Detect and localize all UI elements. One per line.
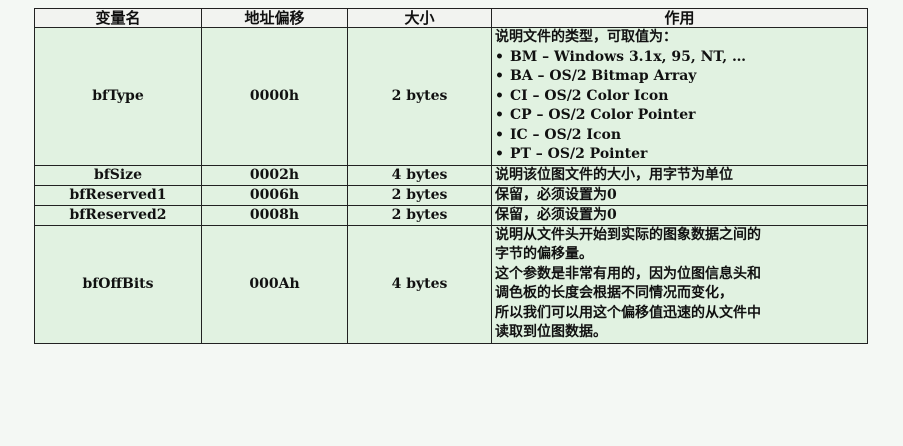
cell-size: 2 bytes — [347, 27, 492, 166]
cell-offset: 000Ah — [201, 224, 348, 344]
header-row: 变量名 地址偏移 大小 作用 — [34, 8, 868, 28]
list-item: PT – OS/2 Pointer — [495, 145, 864, 165]
cell-name: bfReserved1 — [34, 184, 202, 206]
cell-name: bfType — [34, 27, 202, 166]
list-item: BA – OS/2 Bitmap Array — [495, 67, 864, 87]
list-item: CP – OS/2 Color Pointer — [495, 106, 864, 126]
table-row: bfReserved2 0008h 2 bytes 保留，必须设置为0 — [34, 204, 868, 226]
cell-name: bfReserved2 — [34, 204, 202, 226]
header-size: 大小 — [347, 8, 492, 28]
cell-size: 2 bytes — [347, 204, 492, 226]
table-row: bfReserved1 0006h 2 bytes 保留，必须设置为0 — [34, 184, 868, 206]
cell-description: 说明该位图文件的大小，用字节为单位 — [491, 164, 868, 186]
header-variable-name: 变量名 — [34, 8, 202, 28]
cell-description: 保留，必须设置为0 — [491, 184, 868, 206]
cell-name: bfSize — [34, 164, 202, 186]
cell-description: 说明从文件头开始到实际的图象数据之间的 字节的偏移量。 这个参数是非常有用的，因… — [491, 224, 868, 344]
table-row: bfType 0000h 2 bytes 说明文件的类型，可取值为： BM – … — [34, 27, 868, 166]
list-item: CI – OS/2 Color Icon — [495, 87, 864, 107]
description-line: 说明从文件头开始到实际的图象数据之间的 — [495, 226, 761, 243]
cell-size: 4 bytes — [347, 164, 492, 186]
description-line: 说明文件的类型，可取值为： — [495, 29, 677, 45]
cell-size: 2 bytes — [347, 184, 492, 206]
cell-size: 4 bytes — [347, 224, 492, 344]
description-line: 这个参数是非常有用的，因为位图信息头和 — [495, 265, 761, 282]
header-address-offset: 地址偏移 — [201, 8, 348, 28]
document-frame: 变量名 地址偏移 大小 作用 bfType 0000h 2 bytes 说明文件… — [0, 0, 903, 446]
description-line: 调色板的长度会根据不同情况而变化， — [495, 285, 733, 301]
header-purpose: 作用 — [491, 8, 868, 28]
cell-offset: 0008h — [201, 204, 348, 226]
description-line: 读取到位图数据。 — [495, 324, 607, 340]
cell-offset: 0002h — [201, 164, 348, 186]
cell-name: bfOffBits — [34, 224, 202, 344]
list-item: IC – OS/2 Icon — [495, 126, 864, 146]
cell-offset: 0000h — [201, 27, 348, 166]
description-line: 字节的偏移量。 — [495, 246, 593, 262]
cell-description: 说明文件的类型，可取值为： BM – Windows 3.1x, 95, NT,… — [491, 27, 868, 166]
value-list: BM – Windows 3.1x, 95, NT, … BA – OS/2 B… — [495, 48, 864, 165]
table-row: bfSize 0002h 4 bytes 说明该位图文件的大小，用字节为单位 — [34, 164, 868, 186]
bitmap-file-header-table: 变量名 地址偏移 大小 作用 bfType 0000h 2 bytes 说明文件… — [34, 8, 868, 344]
table-row: bfOffBits 000Ah 4 bytes 说明从文件头开始到实际的图象数据… — [34, 224, 868, 344]
cell-offset: 0006h — [201, 184, 348, 206]
description-line: 所以我们可以用这个偏移值迅速的从文件中 — [495, 304, 761, 321]
list-item: BM – Windows 3.1x, 95, NT, … — [495, 48, 864, 68]
cell-description: 保留，必须设置为0 — [491, 204, 868, 226]
